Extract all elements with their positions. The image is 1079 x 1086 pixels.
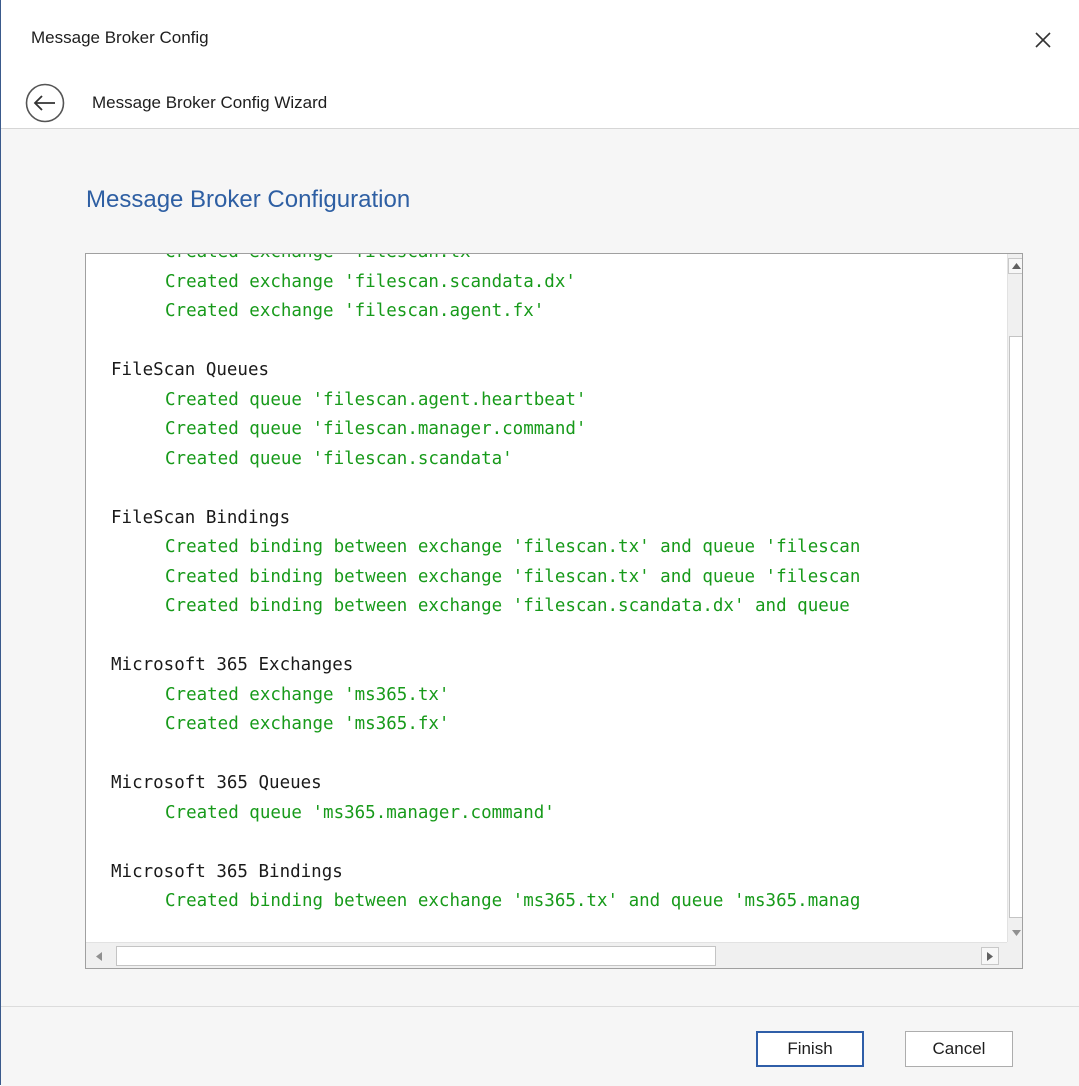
log-section-heading: Microsoft 365 Queues: [111, 773, 322, 793]
log-section-heading: Microsoft 365 Exchanges: [111, 655, 354, 675]
wizard-footer: Finish Cancel: [1, 1006, 1079, 1086]
log-blank-line: [111, 327, 860, 357]
log-entry: Created binding between exchange 'filesc…: [165, 566, 861, 587]
scroll-right-button[interactable]: [981, 947, 999, 965]
scroll-up-button[interactable]: [1008, 258, 1022, 274]
log-blank-line: [111, 474, 860, 504]
wizard-title: Message Broker Config Wizard: [92, 93, 328, 112]
log-entry: Created exchange 'ms365.fx': [165, 714, 450, 734]
log-viewport: Created exchange 'filescan.tx' Created ex…: [86, 254, 1006, 942]
log-entry: Created queue 'filescan.agent.heartbeat': [165, 389, 587, 410]
log-blank-line: [111, 828, 860, 858]
message-broker-config-window: Message Broker Config Message Broker Con…: [0, 0, 1079, 1086]
log-blank-line: [111, 622, 860, 652]
horizontal-scrollbar[interactable]: [86, 942, 1007, 968]
wizard-header: Message Broker Config Wizard: [1, 76, 1079, 129]
log-section-heading: FileScan Queues: [111, 360, 270, 380]
log-entry: Created exchange 'filescan.agent.fx': [165, 301, 545, 321]
log-lines: Created exchange 'filescan.tx' Created ex…: [111, 254, 860, 917]
cancel-button[interactable]: Cancel: [905, 1031, 1013, 1067]
scroll-left-arrow-icon: [96, 951, 102, 961]
vertical-scroll-thumb[interactable]: [1009, 336, 1022, 918]
section-heading: Message Broker Configuration: [86, 186, 411, 213]
log-entry: Created exchange 'ms365.tx': [165, 684, 450, 705]
close-icon: [1035, 32, 1051, 48]
scroll-right-arrow-icon: [987, 951, 993, 961]
log-output-box[interactable]: Created exchange 'filescan.tx' Created ex…: [85, 253, 1023, 969]
log-entry: Created queue 'filescan.scandata': [165, 448, 513, 469]
window-title: Message Broker Config: [31, 28, 209, 47]
scroll-down-arrow-icon: [1011, 930, 1021, 936]
scroll-left-button[interactable]: [90, 947, 108, 965]
scrollbar-corner: [1007, 942, 1022, 968]
log-entry: Created queue 'ms365.manager.command': [165, 802, 555, 823]
back-arrow-icon: [25, 83, 65, 123]
log-entry: Created queue 'filescan.manager.command': [165, 419, 587, 439]
scroll-up-arrow-icon: [1011, 263, 1021, 269]
horizontal-scroll-thumb[interactable]: [116, 946, 716, 966]
finish-button[interactable]: Finish: [756, 1031, 864, 1067]
scroll-down-button[interactable]: [1008, 924, 1022, 942]
wizard-content: Message Broker Configuration Created exc…: [1, 129, 1079, 1006]
title-bar: Message Broker Config: [1, 0, 1079, 76]
log-section-heading: FileScan Bindings: [111, 507, 291, 528]
log-blank-line: [111, 740, 860, 770]
log-entry: Created exchange 'filescan.scandata.dx': [165, 271, 576, 292]
log-entry: Created exchange 'filescan.tx': [111, 254, 860, 268]
log-section-heading: Microsoft 365 Bindings: [111, 861, 343, 882]
log-entry: Created binding between exchange 'ms365.…: [165, 891, 861, 911]
log-entry: Created binding between exchange 'filesc…: [165, 537, 861, 557]
log-entry: Created binding between exchange 'filesc…: [165, 596, 861, 616]
vertical-scrollbar[interactable]: [1007, 254, 1022, 942]
close-button[interactable]: [1023, 20, 1063, 60]
back-button[interactable]: [25, 83, 65, 123]
